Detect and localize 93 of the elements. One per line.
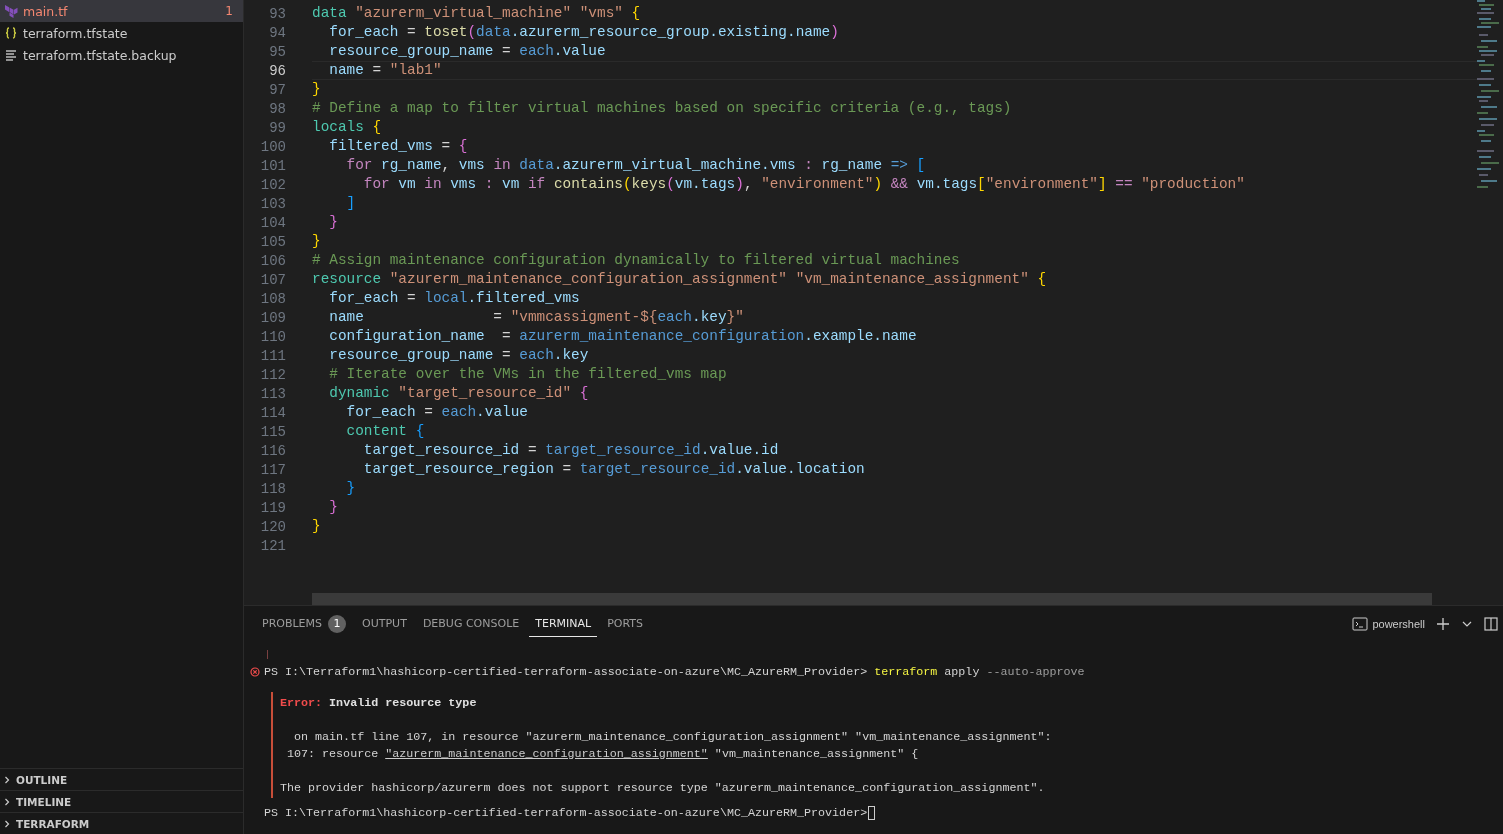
file-item[interactable]: main.tf 1 (0, 0, 243, 22)
line-number: 118 (259, 480, 286, 497)
code-line: locals { (312, 118, 383, 137)
code-line: target_resource_region = target_resource_id.value.location (362, 460, 866, 479)
line-number: 110 (259, 328, 286, 345)
file-name: terraform.tfstate.backup (23, 47, 178, 63)
line-number: 95 (268, 43, 286, 60)
code-line: } (312, 517, 322, 536)
code-line: for vm in vms : vm if contains(keys(vm.tags), "environment") && vm.tags["environment"] == "production" (362, 175, 1246, 194)
code-line: resource_group_name = each.key (328, 346, 590, 365)
terminal-line: PS I:\Terraform1\hashicorp-certified-terraform-associate-on-azure\MC_AzureRM_Provider> (264, 805, 868, 820)
count-badge: 1 (328, 614, 347, 633)
line-number: 102 (259, 176, 286, 193)
code-line: resource_group_name = each.value (328, 42, 607, 61)
code-line: name = "lab1" (312, 61, 1485, 80)
line-number: 106 (259, 252, 286, 269)
line-number: 96 (268, 62, 286, 79)
code-line: # Assign maintenance configuration dynamically to filtered virtual machines (312, 251, 961, 270)
file-item[interactable]: terraform.tfstate.backup (0, 44, 243, 66)
code-line: for_each = each.value (345, 403, 529, 422)
code-line: } (312, 232, 322, 251)
line-number: 120 (259, 518, 286, 535)
section-header[interactable]: OUTLINE (16, 773, 68, 786)
terminal-selector[interactable]: powershell (1348, 615, 1429, 633)
code-line: content { (345, 422, 426, 441)
braces-icon (4, 26, 18, 40)
line-number: 103 (259, 195, 286, 212)
line-number: 93 (268, 5, 286, 22)
line-number: 114 (259, 404, 286, 421)
line-number: 107 (259, 271, 286, 288)
code-line: resource "azurerm_maintenance_configuration_assignment" "vm_maintenance_assignment" { (312, 270, 1048, 289)
error-circle-icon[interactable] (250, 666, 260, 677)
file-name: terraform.tfstate (23, 25, 129, 41)
terminal-line: Error: Invalid resource type (280, 695, 477, 710)
code-line: name = "vmmcassigment-${each.key}" (328, 308, 745, 327)
code-line: data "azurerm_virtual_machine" "vms" { (312, 4, 642, 23)
chevron-right-icon[interactable] (2, 796, 12, 807)
terminal-line: PS I:\Terraform1\hashicorp-certified-terraform-associate-on-azure\MC_AzureRM_Provider> terraform apply --auto-approve (264, 664, 1085, 679)
code-line: } (328, 213, 339, 232)
terraform-icon (4, 4, 18, 18)
section-header[interactable]: TERRAFORM (16, 817, 90, 830)
code-line: ] (345, 194, 357, 213)
terminal-line: on main.tf line 107, in resource "azurerm_maintenance_configuration_assignment" "vm_maintenance_assignment": (293, 729, 1052, 744)
plus-icon (1435, 616, 1451, 632)
code-line: # Iterate over the VMs in the filtered_vms map (328, 365, 728, 384)
horizontal-scrollbar[interactable] (312, 593, 1432, 605)
chevron-right-icon[interactable] (2, 818, 12, 829)
code-line: target_resource_id = target_resource_id.value.id (362, 441, 780, 460)
code-line: for rg_name, vms in data.azurerm_virtual_machine.vms : rg_name => [ (345, 156, 927, 175)
terminal-icon (1352, 617, 1369, 631)
code-line: configuration_name = azurerm_maintenance_configuration.example.name (328, 327, 918, 346)
code-line: } (312, 80, 322, 99)
chevron-right-icon[interactable] (2, 774, 12, 785)
panel-tab[interactable]: OUTPUT (356, 611, 413, 637)
command-marker-icon[interactable] (267, 650, 268, 659)
file-item[interactable]: terraform.tfstate (0, 22, 243, 44)
line-number: 100 (259, 138, 286, 155)
code-line: for_each = local.filtered_vms (328, 289, 581, 308)
split-terminal-button[interactable] (1481, 614, 1501, 634)
line-number: 116 (259, 442, 286, 459)
line-number: 97 (268, 81, 286, 98)
line-number: 99 (268, 119, 286, 136)
line-number: 112 (259, 366, 286, 383)
line-number: 104 (259, 214, 286, 231)
file-name: main.tf (23, 3, 69, 19)
line-number: 108 (259, 290, 286, 307)
line-number: 113 (259, 385, 286, 402)
code-line: } (328, 498, 339, 517)
line-number: 101 (259, 157, 286, 174)
terminal-line: 107: resource "azurerm_maintenance_configuration_assignment" "vm_maintenance_assignment" { (286, 746, 919, 761)
line-number: 98 (268, 100, 286, 117)
terminal-line: The provider hashicorp/azurerm does not support resource type "azurerm_maintenance_configuration_assignment". (280, 780, 1045, 795)
line-number: 119 (259, 499, 286, 516)
line-number: 109 (259, 309, 286, 326)
lines-icon (4, 48, 18, 62)
panel-tab[interactable]: DEBUG CONSOLE (416, 611, 526, 637)
panel-tab[interactable]: PROBLEMS 1 (256, 608, 353, 640)
code-line: filtered_vms = { (328, 137, 469, 156)
section-header[interactable]: TIMELINE (16, 795, 72, 808)
panel-tab[interactable]: PORTS (601, 611, 649, 637)
problem-count: 1 (225, 4, 233, 18)
code-line: } (345, 479, 357, 498)
code-line: dynamic "target_resource_id" { (328, 384, 590, 403)
line-number: 121 (259, 537, 286, 554)
line-number: 105 (259, 233, 286, 250)
panel-tab[interactable]: TERMINAL (529, 611, 598, 637)
code-line: # Define a map to filter virtual machines based on specific criteria (e.g., tags) (312, 99, 1013, 118)
split-icon (1483, 616, 1499, 632)
line-number: 117 (259, 461, 286, 478)
line-number: 115 (259, 423, 286, 440)
code-line: for_each = toset(data.azurerm_resource_group.existing.name) (328, 23, 840, 42)
line-number: 94 (268, 24, 286, 41)
line-number: 111 (259, 347, 286, 364)
